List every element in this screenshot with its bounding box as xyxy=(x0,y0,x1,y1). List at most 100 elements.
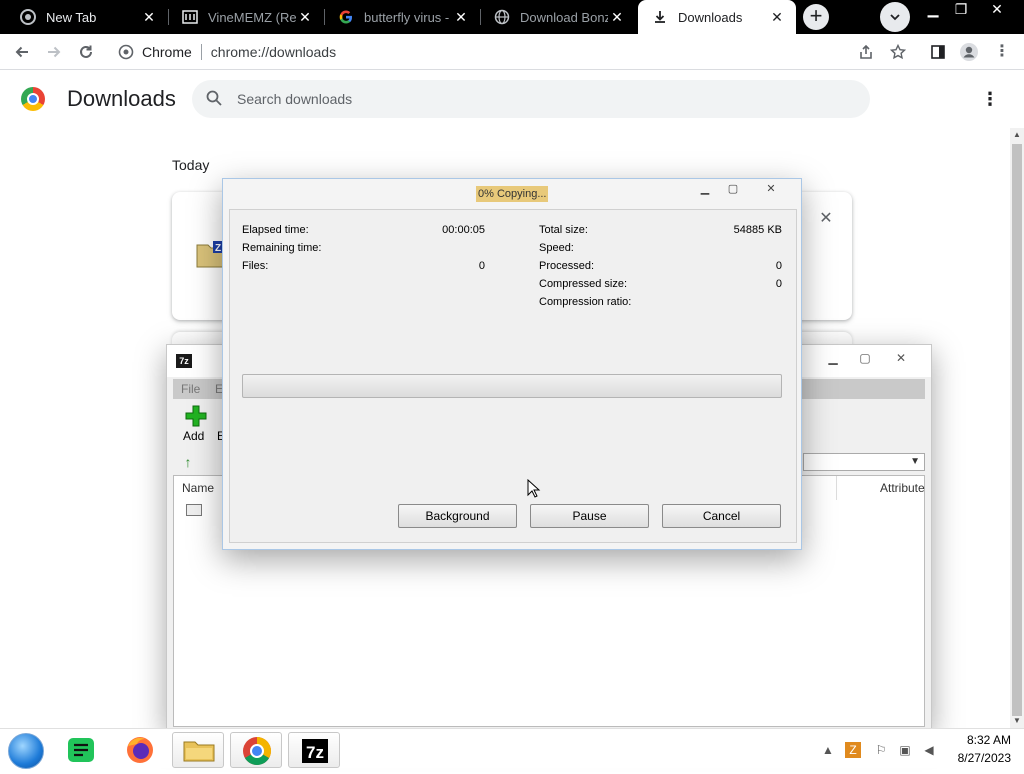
vinememz-icon xyxy=(182,9,198,25)
copy-progress-bar xyxy=(242,374,782,398)
maximize-icon[interactable]: ▢ xyxy=(720,181,746,197)
firefox-icon[interactable] xyxy=(114,732,166,768)
tab-close-icon[interactable]: ✕ xyxy=(608,9,626,26)
minimize-icon[interactable]: ▁ xyxy=(922,0,944,22)
action-center-flag-icon[interactable]: ⚐ xyxy=(873,742,889,758)
address-dropdown[interactable]: ▼ xyxy=(803,453,925,471)
processed-value: 0 xyxy=(775,260,782,272)
star-icon xyxy=(889,43,907,60)
reload-icon xyxy=(80,45,92,58)
column-separator xyxy=(836,476,837,500)
download-icon xyxy=(652,9,668,25)
chrome-icon xyxy=(118,44,134,60)
files-value: 0 xyxy=(478,260,485,272)
tab-vinememz[interactable]: VineMEMZ (Read ✕ xyxy=(168,0,324,34)
side-panel-icon xyxy=(931,45,945,59)
tab-download-bonzi[interactable]: Download Bonzi ✕ xyxy=(480,0,636,34)
tab-close-icon[interactable]: ✕ xyxy=(296,9,314,26)
date-section-label: Today xyxy=(172,157,210,173)
omnibox-url: chrome://downloads xyxy=(210,44,337,60)
downloads-header: Downloads Search downloads ⋮ xyxy=(0,72,1010,128)
tray-expand-icon[interactable]: ▲ xyxy=(820,742,836,758)
total-size-label: Total size: xyxy=(539,224,588,236)
remaining-time-label: Remaining time: xyxy=(242,242,322,254)
omnibox-separator xyxy=(200,44,202,60)
minimize-icon[interactable]: ▁ xyxy=(692,181,718,197)
bookmark-button[interactable] xyxy=(886,40,910,64)
compression-ratio-label: Compression ratio: xyxy=(539,296,632,308)
side-panel-button[interactable] xyxy=(926,40,950,64)
mouse-cursor-icon xyxy=(527,479,541,498)
clock-time[interactable]: 8:32 AM xyxy=(945,733,1011,747)
file-row-icon[interactable] xyxy=(186,504,202,516)
reload-button[interactable] xyxy=(74,40,98,64)
omnibox[interactable]: Chrome chrome://downloads xyxy=(110,38,930,66)
scrollbar-thumb[interactable] xyxy=(1012,144,1022,716)
elapsed-time-label: Elapsed time: xyxy=(242,224,309,236)
cancel-button[interactable]: Cancel xyxy=(662,504,781,528)
chrome-logo-icon xyxy=(21,87,45,111)
profile-button[interactable] xyxy=(957,40,981,64)
close-icon[interactable]: ✕ xyxy=(889,349,913,367)
tab-new-tab[interactable]: New Tab ✕ xyxy=(6,0,168,34)
close-icon[interactable]: ✕ xyxy=(758,181,784,197)
volume-icon[interactable]: ◀ xyxy=(921,742,937,758)
speed-label: Speed: xyxy=(539,242,574,254)
chevron-down-icon xyxy=(890,14,900,21)
search-input[interactable]: Search downloads xyxy=(192,80,870,118)
scroll-down-arrow-icon[interactable]: ▼ xyxy=(1012,716,1022,726)
start-button[interactable] xyxy=(8,733,44,769)
7zip-icon[interactable]: 7z xyxy=(288,732,340,768)
chrome-menu-button[interactable]: ⋮ xyxy=(990,40,1014,64)
share-icon xyxy=(860,44,872,59)
svg-text:7z: 7z xyxy=(306,743,324,762)
scroll-up-arrow-icon[interactable]: ▲ xyxy=(1012,130,1022,140)
chrome-icon[interactable] xyxy=(230,732,282,768)
column-header-name[interactable]: Name xyxy=(182,481,214,495)
maximize-icon[interactable]: ▢ xyxy=(853,349,877,367)
globe-icon xyxy=(494,9,510,25)
tab-butterfly-virus[interactable]: butterfly virus - G ✕ xyxy=(324,0,480,34)
add-button-label[interactable]: Add xyxy=(183,429,204,443)
tab-title: Downloads xyxy=(678,9,743,25)
network-icon[interactable]: ▣ xyxy=(897,742,913,758)
add-plus-icon[interactable] xyxy=(185,405,207,427)
clock-date[interactable]: 8/27/2023 xyxy=(945,751,1011,765)
forward-arrow-icon xyxy=(48,46,61,58)
tab-close-icon[interactable]: ✕ xyxy=(768,9,786,26)
column-header-attributes[interactable]: Attribute xyxy=(880,481,925,495)
remove-download-close-icon[interactable]: ✕ xyxy=(818,208,834,227)
new-tab-button[interactable]: + xyxy=(803,4,829,30)
restore-icon[interactable]: ❐ xyxy=(950,0,972,22)
pause-button[interactable]: Pause xyxy=(530,504,649,528)
file-explorer-icon[interactable] xyxy=(172,732,224,768)
downloads-menu-button[interactable]: ⋮ xyxy=(980,88,1000,110)
tab-search-button[interactable] xyxy=(880,2,910,32)
tab-title: Download Bonzi xyxy=(520,9,608,25)
browser-toolbar: Chrome chrome://downloads ⋮ xyxy=(0,34,1024,70)
minimize-icon[interactable]: ▁ xyxy=(821,349,845,367)
notes-app-icon[interactable] xyxy=(56,732,108,768)
tab-close-icon[interactable]: ✕ xyxy=(452,9,470,26)
close-window-icon[interactable]: ✕ xyxy=(984,0,1010,22)
avatar-icon xyxy=(960,43,978,61)
compressed-size-value: 0 xyxy=(775,278,782,290)
share-button[interactable] xyxy=(854,40,878,64)
google-icon xyxy=(338,9,354,25)
omnibox-site-label: Chrome xyxy=(142,44,192,60)
compressed-size-label: Compressed size: xyxy=(539,278,628,290)
tab-downloads[interactable]: Downloads ✕ xyxy=(638,0,796,34)
folder-up-icon[interactable]: ↑ xyxy=(179,453,197,471)
back-button[interactable] xyxy=(10,40,34,64)
processed-label: Processed: xyxy=(539,260,595,272)
elapsed-time-value: 00:00:05 xyxy=(442,224,485,236)
menu-file[interactable]: File xyxy=(181,382,200,396)
total-size-value: 54885 KB xyxy=(733,224,782,236)
chrome-icon xyxy=(20,9,36,25)
tab-title: VineMEMZ (Read xyxy=(208,9,296,25)
forward-button[interactable] xyxy=(42,40,66,64)
tray-app-icon[interactable]: Z xyxy=(845,742,861,758)
tab-close-icon[interactable]: ✕ xyxy=(140,9,158,26)
background-button[interactable]: Background xyxy=(398,504,517,528)
back-arrow-icon xyxy=(15,46,28,58)
